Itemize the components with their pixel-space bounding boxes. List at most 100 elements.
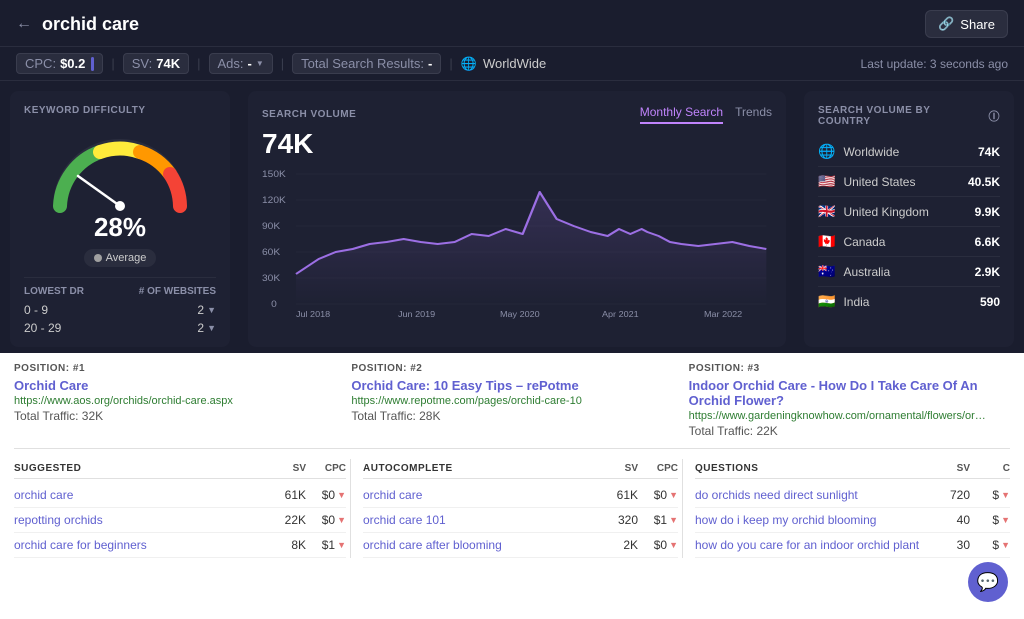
tab-trends[interactable]: Trends (735, 105, 772, 124)
back-button[interactable]: ← (16, 15, 32, 33)
position-2-title[interactable]: Orchid Care: 10 Easy Tips – rePotme (351, 378, 672, 393)
country-row: 🌐 Worldwide 74K (818, 137, 1000, 167)
country-flag: 🌐 (818, 143, 835, 160)
average-badge: Average (84, 249, 157, 267)
country-flag: 🇨🇦 (818, 233, 835, 250)
avg-dot (94, 254, 102, 262)
country-rows: 🌐 Worldwide 74K 🇺🇸 United States 40.5K 🇬… (818, 137, 1000, 316)
keyword-row: do orchids need direct sunlight 720 $ ▼ (695, 483, 1010, 508)
page-title: orchid care (42, 14, 139, 35)
autocomplete-rows: orchid care 61K $0 ▼ orchid care 101 320… (363, 483, 678, 558)
country-value: 40.5K (968, 175, 1000, 189)
autocomplete-section: AUTOCOMPLETE SV CPC orchid care 61K $0 ▼… (350, 459, 678, 558)
tab-monthly-search[interactable]: Monthly Search (640, 105, 723, 124)
keyword-name[interactable]: orchid care (363, 488, 598, 502)
dr-table: LOWEST DR # OF WEBSITES 0 - 9 2 ▼ 20 - 2… (24, 277, 216, 337)
gauge-value: 28% (94, 212, 146, 243)
worldwide-button[interactable]: 🌐 WorldWide (461, 56, 547, 72)
header-left: ← orchid care (16, 14, 139, 35)
keyword-cpc: $ ▼ (970, 488, 1010, 502)
autocomplete-header: AUTOCOMPLETE SV CPC (363, 459, 678, 479)
gauge-container: 28% Average (24, 126, 216, 267)
keyword-name[interactable]: orchid care after blooming (363, 538, 598, 552)
main-content: KEYWORD DIFFICULTY 28% (0, 81, 1024, 619)
keyword-name[interactable]: repotting orchids (14, 513, 266, 527)
sv-tabs[interactable]: Monthly Search Trends (640, 105, 772, 124)
keyword-row: orchid care 61K $0 ▼ (363, 483, 678, 508)
svg-text:Jun 2019: Jun 2019 (398, 310, 435, 319)
keyword-row: orchid care after blooming 2K $0 ▼ (363, 533, 678, 558)
subheader: CPC: $0.2 | SV: 74K | Ads: - ▼ | Total S… (0, 47, 1024, 81)
svg-text:0: 0 (271, 300, 277, 310)
position-2-url[interactable]: https://www.repotme.com/pages/orchid-car… (351, 395, 672, 407)
positions-grid: POSITION: #1 Orchid Care https://www.aos… (14, 363, 1010, 438)
position-3-label: POSITION: #3 (689, 363, 1010, 374)
country-left: 🌐 Worldwide (818, 143, 899, 160)
autocomplete-sv-col: SV (598, 463, 638, 474)
dr-row: 20 - 29 2 ▼ (24, 319, 216, 337)
suggested-rows: orchid care 61K $0 ▼ repotting orchids 2… (14, 483, 346, 558)
autocomplete-cpc-col: CPC (638, 463, 678, 474)
country-name: Worldwide (843, 145, 899, 159)
line-chart: 150K 120K 90K 60K 30K 0 Jul 2018 Jun 201… (262, 164, 772, 319)
keyword-sv: 320 (598, 513, 638, 527)
position-2-label: POSITION: #2 (351, 363, 672, 374)
country-left: 🇨🇦 Canada (818, 233, 885, 250)
country-flag: 🇦🇺 (818, 263, 835, 280)
chevron-down-icon: ▼ (207, 323, 216, 333)
keyword-sv: 720 (930, 488, 970, 502)
sv-metric: SV: 74K (123, 53, 189, 74)
country-name: India (843, 295, 869, 309)
keyword-name[interactable]: how do i keep my orchid blooming (695, 513, 930, 527)
position-1-url[interactable]: https://www.aos.org/orchids/orchid-care.… (14, 395, 335, 407)
keyword-sv: 8K (266, 538, 306, 552)
country-flag: 🇬🇧 (818, 203, 835, 220)
questions-sv-col: SV (930, 463, 970, 474)
gauge-chart (40, 126, 200, 216)
svg-text:90K: 90K (262, 222, 281, 232)
position-1-title[interactable]: Orchid Care (14, 378, 335, 393)
sv-title: SEARCH VOLUME (262, 109, 356, 120)
position-3-title[interactable]: Indoor Orchid Care - How Do I Take Care … (689, 378, 1010, 408)
keyword-name[interactable]: orchid care 101 (363, 513, 598, 527)
position-3-url[interactable]: https://www.gardeningknowhow.com/ornamen… (689, 410, 989, 422)
position-1: POSITION: #1 Orchid Care https://www.aos… (14, 363, 335, 438)
svg-text:150K: 150K (262, 170, 286, 180)
suggested-sv-col: SV (266, 463, 306, 474)
keyword-sv: 40 (930, 513, 970, 527)
keyword-cpc: $0 ▼ (638, 538, 678, 552)
keyword-cpc: $0 ▼ (306, 488, 346, 502)
keyword-cpc: $0 ▼ (306, 513, 346, 527)
suggested-section: SUGGESTED SV CPC orchid care 61K $0 ▼ re… (14, 459, 346, 558)
keyword-row: repotting orchids 22K $0 ▼ (14, 508, 346, 533)
country-value: 9.9K (975, 205, 1000, 219)
keyword-name[interactable]: orchid care for beginners (14, 538, 266, 552)
keyword-sv: 22K (266, 513, 306, 527)
keyword-sv: 30 (930, 538, 970, 552)
svg-text:Apr 2021: Apr 2021 (602, 310, 639, 319)
keyword-difficulty-card: KEYWORD DIFFICULTY 28% (10, 91, 230, 347)
top-panels: KEYWORD DIFFICULTY 28% (0, 81, 1024, 353)
chat-icon: 💬 (977, 572, 999, 593)
keyword-name[interactable]: orchid care (14, 488, 266, 502)
sv-header: SEARCH VOLUME Monthly Search Trends (262, 105, 772, 124)
keyword-cpc: $1 ▼ (306, 538, 346, 552)
country-row: 🇺🇸 United States 40.5K (818, 167, 1000, 197)
country-row: 🇮🇳 India 590 (818, 287, 1000, 316)
svg-text:Mar 2022: Mar 2022 (704, 310, 742, 319)
keyword-row: orchid care 101 320 $1 ▼ (363, 508, 678, 533)
country-title: SEARCH VOLUME BY COUNTRY ⓘ (818, 105, 1000, 127)
position-2: POSITION: #2 Orchid Care: 10 Easy Tips –… (351, 363, 672, 438)
keyword-cpc: $0 ▼ (638, 488, 678, 502)
keyword-name[interactable]: do orchids need direct sunlight (695, 488, 930, 502)
position-1-label: POSITION: #1 (14, 363, 335, 374)
country-left: 🇦🇺 Australia (818, 263, 890, 280)
keyword-name[interactable]: how do you care for an indoor orchid pla… (695, 538, 930, 552)
country-card: SEARCH VOLUME BY COUNTRY ⓘ 🌐 Worldwide 7… (804, 91, 1014, 347)
search-volume-chart: 150K 120K 90K 60K 30K 0 Jul 2018 Jun 201… (262, 164, 772, 319)
total-results-metric: Total Search Results: - (292, 53, 441, 74)
chat-bubble[interactable]: 💬 (968, 562, 1008, 602)
share-button[interactable]: 🔗 Share (925, 10, 1008, 38)
position-2-traffic: Total Traffic: 28K (351, 409, 672, 423)
globe-icon: 🌐 (461, 56, 477, 72)
